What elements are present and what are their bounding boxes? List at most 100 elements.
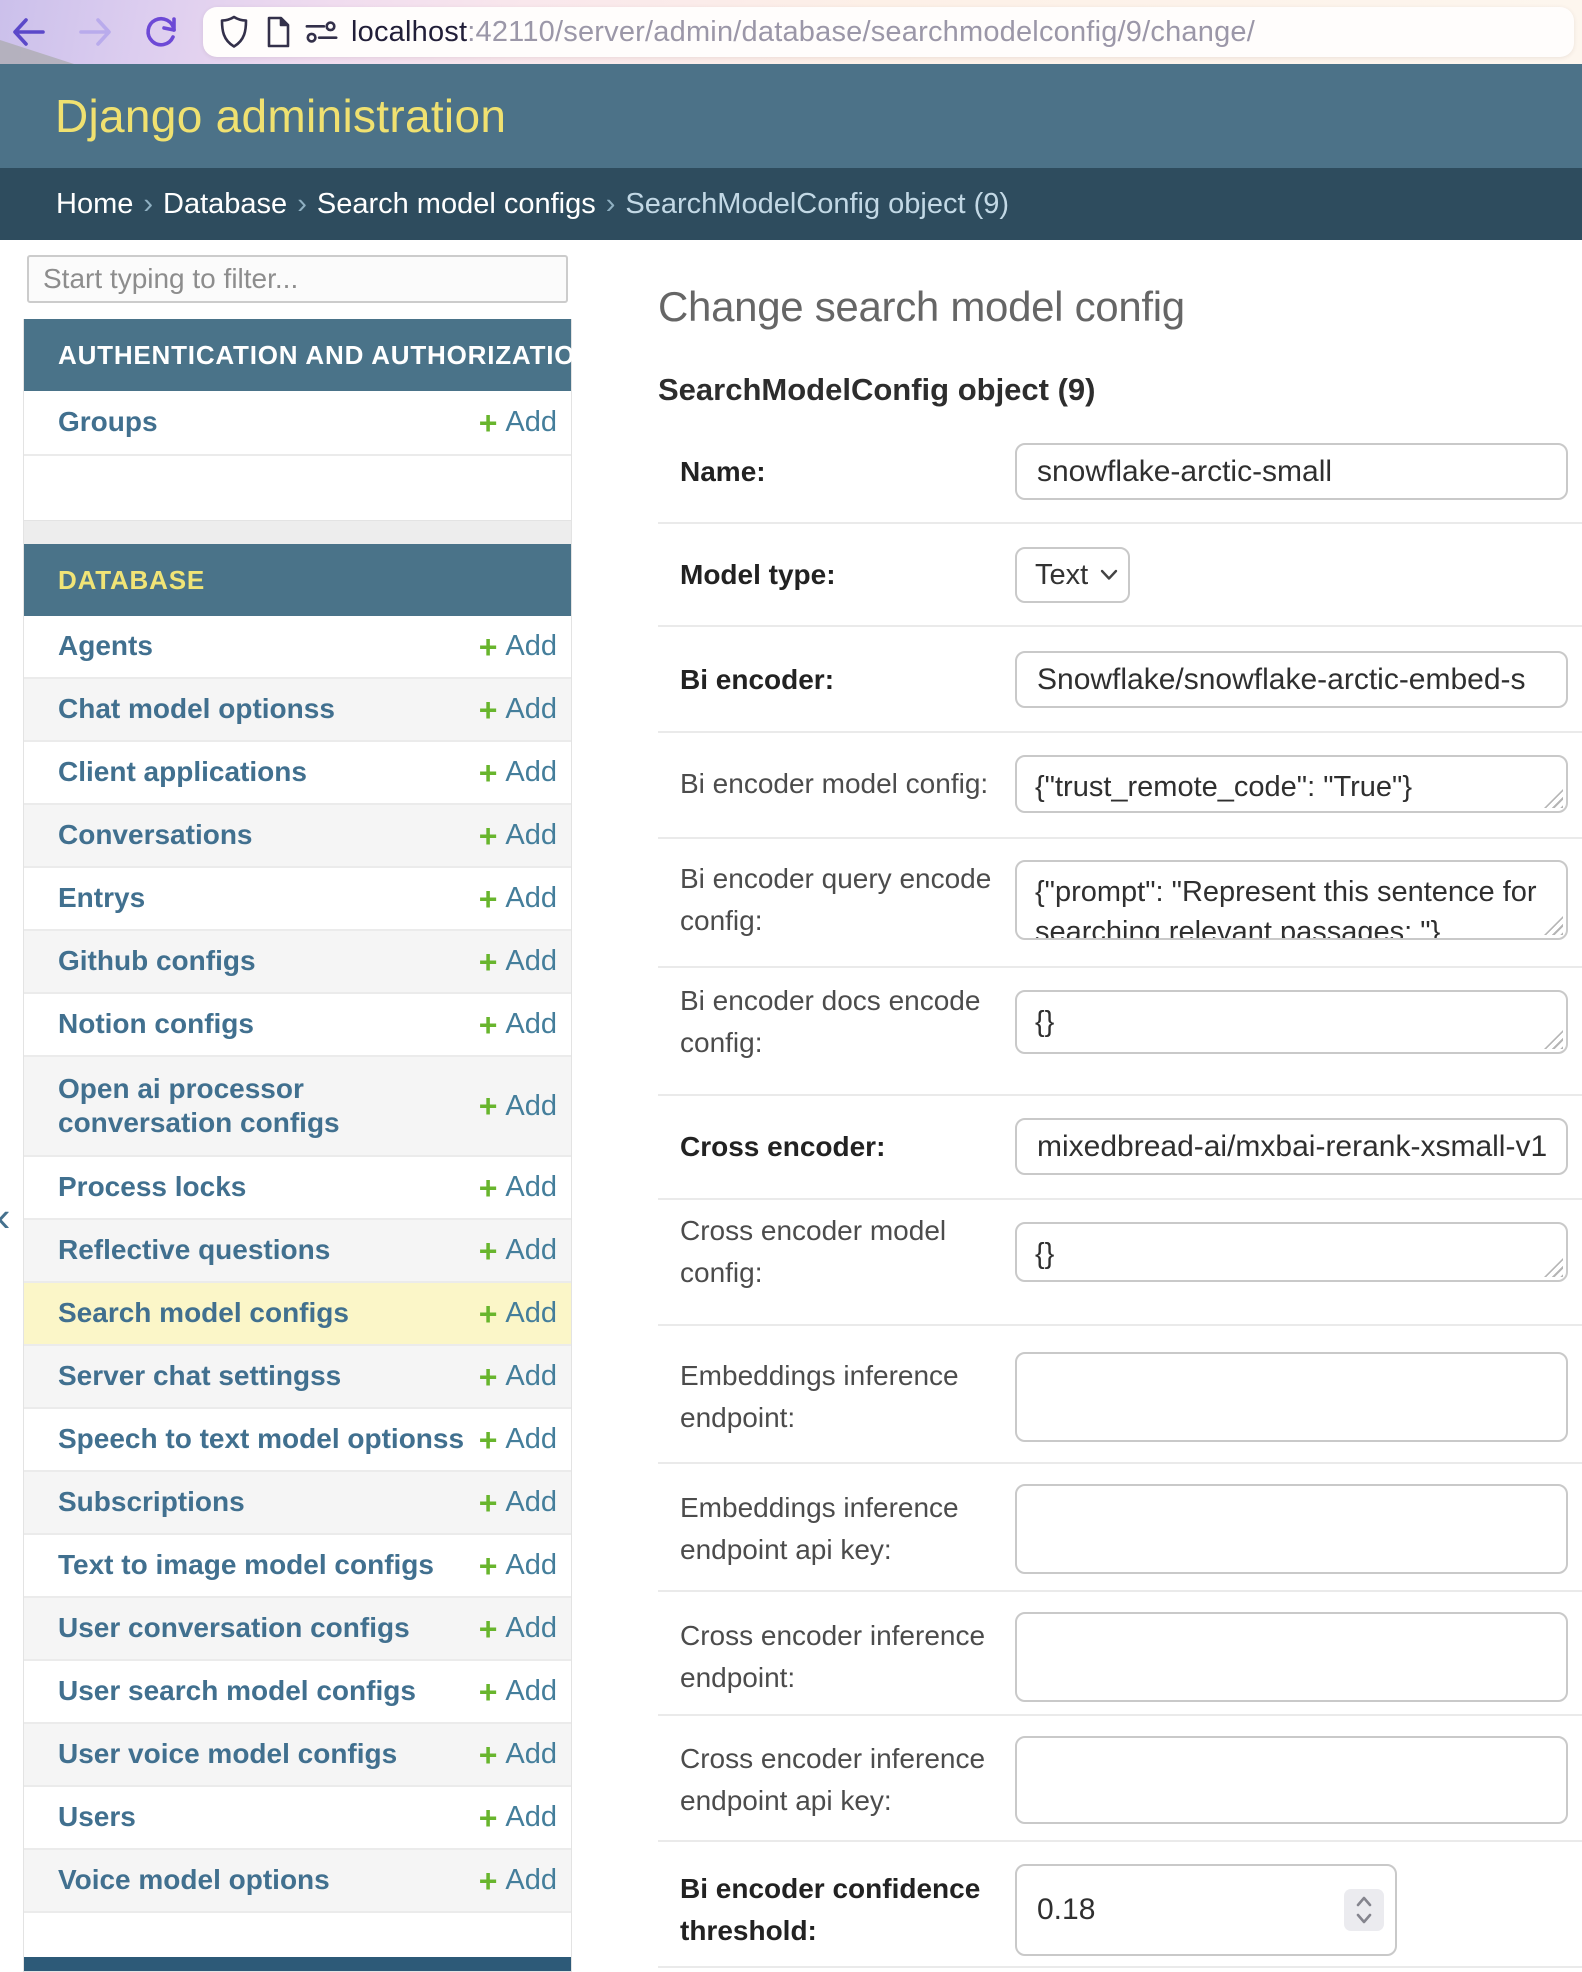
row-divider xyxy=(658,1198,1582,1200)
reload-icon xyxy=(144,14,180,50)
back-button[interactable] xyxy=(6,10,50,54)
field-label-bi-encoder: Bi encoder: xyxy=(680,659,1030,701)
field-label-model-type: Model type: xyxy=(680,554,1030,596)
row-divider xyxy=(658,1966,1582,1968)
field-label-embeddings-inference-endpoint: Embeddings inference endpoint: xyxy=(680,1355,1030,1439)
sidebar-caption-authentication-and-authorization: AUTHENTICATION AND AUTHORIZATION xyxy=(24,319,571,391)
sidebar-link-github-configs[interactable]: Github configs xyxy=(58,944,479,978)
add-search-model-configs-button[interactable]: +Add xyxy=(479,1297,557,1330)
bi-encoder-query-encode-config-textarea[interactable] xyxy=(1015,860,1568,940)
admin-header: Django administration xyxy=(0,64,1582,168)
number-stepper[interactable] xyxy=(1344,1889,1384,1931)
sidebar-collapse-toggle[interactable]: « xyxy=(0,1196,21,1242)
add-label: Add xyxy=(505,406,557,439)
bi-encoder-input[interactable] xyxy=(1015,651,1568,708)
name-input[interactable] xyxy=(1015,443,1568,500)
cross-encoder-inference-endpoint-api-key-input[interactable] xyxy=(1015,1736,1568,1824)
reload-button[interactable] xyxy=(140,10,184,54)
breadcrumb-home[interactable]: Home xyxy=(56,188,133,220)
shield-icon[interactable] xyxy=(217,15,251,49)
sidebar-link-search-model-configs[interactable]: Search model configs xyxy=(58,1296,479,1330)
field-row-cross-encoder-model-config: Cross encoder model config: xyxy=(0,1222,1582,1282)
sidebar-link-groups[interactable]: Groups xyxy=(58,405,479,439)
row-divider xyxy=(658,731,1582,733)
add-plus-icon: + xyxy=(479,1298,498,1330)
cross-encoder-input[interactable] xyxy=(1015,1118,1568,1175)
row-divider xyxy=(658,522,1582,524)
model-type-select[interactable]: Text xyxy=(1015,547,1130,603)
sidebar-module-gap xyxy=(23,521,572,544)
browser-toolbar: localhost:42110/server/admin/database/se… xyxy=(0,0,1582,64)
sidebar-item-search-model-configs[interactable]: Search model configs+Add xyxy=(24,1283,571,1346)
embeddings-inference-endpoint-api-key-input[interactable] xyxy=(1015,1484,1568,1574)
page-info-icon[interactable] xyxy=(261,15,295,49)
url-host: localhost xyxy=(351,16,467,48)
row-divider xyxy=(658,1590,1582,1592)
field-label-embeddings-inference-endpoint-api-key: Embeddings inference endpoint api key: xyxy=(680,1487,1030,1571)
field-label-bi-encoder-query-encode-config: Bi encoder query encode config: xyxy=(680,858,1030,942)
field-row-bi-encoder-confidence-threshold: Bi encoder confidence threshold: xyxy=(0,1864,1582,1956)
field-row-bi-encoder-query-encode-config: Bi encoder query encode config: xyxy=(0,860,1582,940)
field-label-cross-encoder: Cross encoder: xyxy=(680,1126,1030,1168)
row-divider xyxy=(658,1094,1582,1096)
field-row-bi-encoder: Bi encoder: xyxy=(0,651,1582,708)
sidebar-filter-input[interactable] xyxy=(27,255,568,303)
breadcrumb-search-model-configs[interactable]: Search model configs xyxy=(317,188,596,220)
sidebar-item-github-configs[interactable]: Github configs+Add xyxy=(24,931,571,994)
cross-encoder-inference-endpoint-input[interactable] xyxy=(1015,1612,1568,1702)
add-conversations-button[interactable]: +Add xyxy=(479,819,557,852)
cross-encoder-model-config-textarea[interactable] xyxy=(1015,1222,1568,1282)
add-github-configs-button[interactable]: +Add xyxy=(479,945,557,978)
address-bar[interactable]: localhost:42110/server/admin/database/se… xyxy=(203,7,1574,57)
field-row-model-type: Model type:Text xyxy=(0,547,1582,603)
field-label-bi-encoder-confidence-threshold: Bi encoder confidence threshold: xyxy=(680,1868,1030,1952)
field-row-cross-encoder: Cross encoder: xyxy=(0,1118,1582,1175)
add-plus-icon: + xyxy=(479,407,498,439)
field-row-cross-encoder-inference-endpoint: Cross encoder inference endpoint: xyxy=(0,1612,1582,1702)
object-title: SearchModelConfig object (9) xyxy=(658,372,1095,408)
row-divider xyxy=(658,1840,1582,1842)
row-divider xyxy=(658,1462,1582,1464)
add-plus-icon: + xyxy=(479,820,498,852)
field-label-name: Name: xyxy=(680,451,1030,493)
breadcrumb-separator: › xyxy=(133,188,163,220)
url-path: :42110/server/admin/database/searchmodel… xyxy=(467,16,1255,48)
url-text: localhost:42110/server/admin/database/se… xyxy=(351,16,1255,49)
breadcrumb-searchmodelconfig-object-9: SearchModelConfig object (9) xyxy=(625,188,1009,220)
page-title: Change search model config xyxy=(658,283,1185,331)
selected-option-label: Text xyxy=(1035,559,1088,592)
breadcrumb-database[interactable]: Database xyxy=(163,188,287,220)
add-label: Add xyxy=(505,945,557,978)
field-label-cross-encoder-inference-endpoint-api-key: Cross encoder inference endpoint api key… xyxy=(680,1738,1030,1822)
chevron-down-icon xyxy=(1100,569,1118,581)
row-divider xyxy=(658,1324,1582,1326)
field-label-cross-encoder-model-config: Cross encoder model config: xyxy=(680,1210,1030,1294)
back-icon xyxy=(10,17,46,47)
permissions-icon[interactable] xyxy=(305,15,339,49)
add-plus-icon: + xyxy=(479,1172,498,1204)
add-label: Add xyxy=(505,1297,557,1330)
field-row-embeddings-inference-endpoint: Embeddings inference endpoint: xyxy=(0,1352,1582,1442)
sidebar-link-process-locks[interactable]: Process locks xyxy=(58,1170,479,1204)
embeddings-inference-endpoint-input[interactable] xyxy=(1015,1352,1568,1442)
row-divider xyxy=(658,966,1582,968)
field-row-bi-encoder-model-config: Bi encoder model config: xyxy=(0,755,1582,813)
bi-encoder-confidence-threshold-input[interactable] xyxy=(1015,1864,1397,1956)
sidebar-item-conversations[interactable]: Conversations+Add xyxy=(24,805,571,868)
add-label: Add xyxy=(505,819,557,852)
breadcrumb-separator: › xyxy=(596,188,626,220)
stepper-up-icon xyxy=(1358,1898,1370,1905)
field-row-cross-encoder-inference-endpoint-api-key: Cross encoder inference endpoint api key… xyxy=(0,1736,1582,1824)
field-label-bi-encoder-model-config: Bi encoder model config: xyxy=(680,763,1030,805)
row-divider xyxy=(658,837,1582,839)
breadcrumb: Home›Database›Search model configs›Searc… xyxy=(0,168,1582,240)
forward-button[interactable] xyxy=(74,10,118,54)
sidebar-link-conversations[interactable]: Conversations xyxy=(58,818,479,852)
add-groups-button[interactable]: +Add xyxy=(479,406,557,439)
bi-encoder-model-config-textarea[interactable] xyxy=(1015,755,1568,813)
bi-encoder-docs-encode-config-textarea[interactable] xyxy=(1015,990,1568,1054)
sidebar-next-section-edge xyxy=(24,1957,571,1971)
add-process-locks-button[interactable]: +Add xyxy=(479,1171,557,1204)
field-row-embeddings-inference-endpoint-api-key: Embeddings inference endpoint api key: xyxy=(0,1484,1582,1574)
site-title[interactable]: Django administration xyxy=(55,89,506,143)
